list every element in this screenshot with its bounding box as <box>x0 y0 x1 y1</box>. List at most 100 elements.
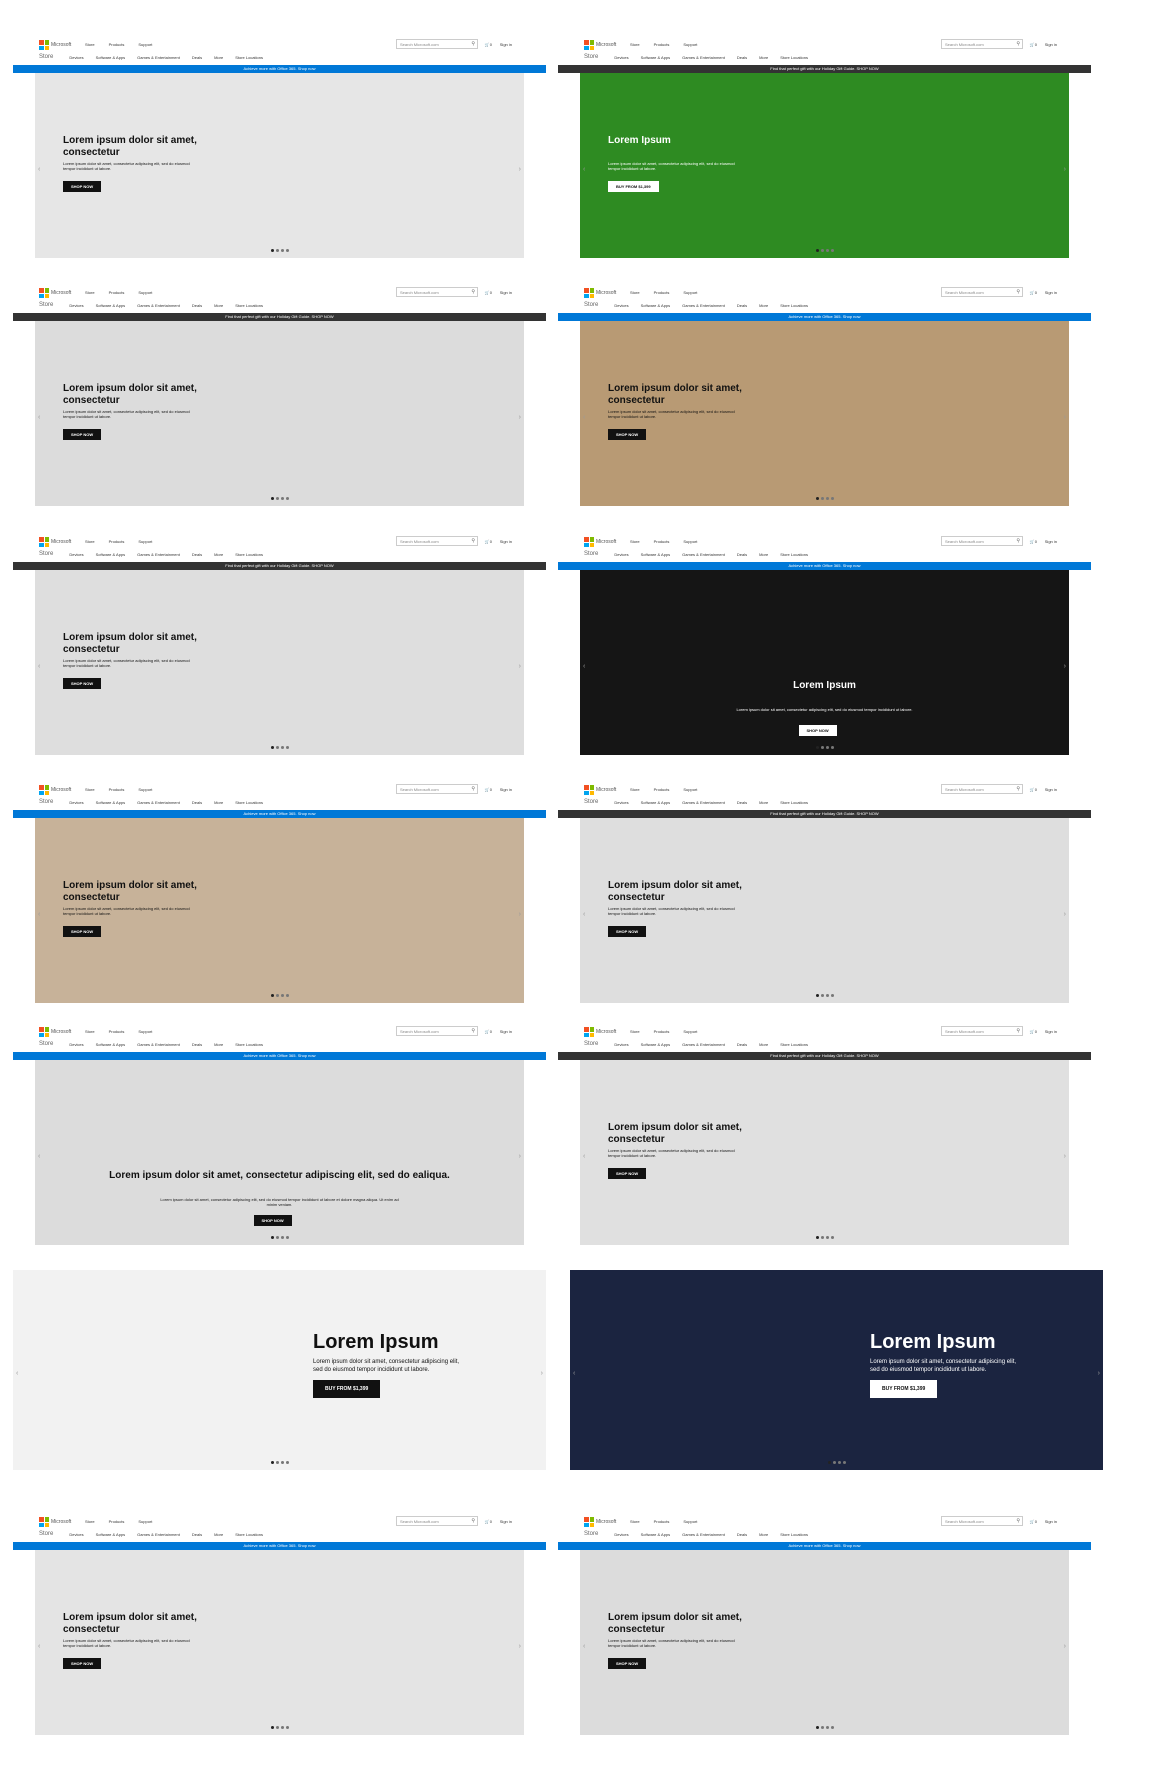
sub-nav-item[interactable]: Games & Entertainment <box>137 303 180 308</box>
carousel-dot[interactable] <box>270 994 274 997</box>
promo-banner[interactable]: Achieve more with Office 365. Shop now <box>13 1542 546 1550</box>
top-nav-item[interactable]: Support <box>683 42 697 47</box>
top-nav-item[interactable]: Store <box>630 787 640 792</box>
carousel-dot[interactable] <box>285 1726 289 1729</box>
carousel-dot[interactable] <box>285 994 289 997</box>
carousel-dot[interactable] <box>820 994 824 997</box>
sub-nav-item[interactable]: Software & Apps <box>641 303 671 308</box>
top-nav-item[interactable]: Store <box>85 42 95 47</box>
top-nav-item[interactable]: Store <box>630 1029 640 1034</box>
sub-nav-item[interactable]: More <box>214 552 223 557</box>
carousel-dot[interactable] <box>270 1726 274 1729</box>
sub-nav-item[interactable]: More <box>214 1532 223 1537</box>
search-input[interactable]: Search Microsoft.com ⚲ <box>941 1026 1023 1036</box>
next-arrow-icon[interactable]: › <box>519 414 521 421</box>
sub-nav-item[interactable]: Store Locations <box>235 55 263 60</box>
sign-in-link[interactable]: Sign in <box>500 42 512 47</box>
prev-arrow-icon[interactable]: ‹ <box>38 911 40 918</box>
top-nav-item[interactable]: Products <box>654 1029 670 1034</box>
search-icon[interactable]: ⚲ <box>471 786 475 792</box>
sub-nav-item[interactable]: Store Locations <box>780 1532 808 1537</box>
top-nav-item[interactable]: Support <box>683 1029 697 1034</box>
carousel-dot[interactable] <box>830 497 834 500</box>
cart-icon[interactable]: 🛒0 <box>1030 1519 1037 1524</box>
top-nav-item[interactable]: Support <box>683 539 697 544</box>
sub-nav-item[interactable]: Devices <box>69 1532 83 1537</box>
carousel-dot[interactable] <box>830 994 834 997</box>
next-arrow-icon[interactable]: › <box>1064 166 1066 173</box>
carousel-dots[interactable] <box>270 994 289 997</box>
carousel-dots[interactable] <box>815 746 834 749</box>
sign-in-link[interactable]: Sign in <box>1045 539 1057 544</box>
carousel-dot[interactable] <box>280 1726 284 1729</box>
sub-nav-item[interactable]: Deals <box>737 1532 747 1537</box>
search-icon[interactable]: ⚲ <box>1016 41 1020 47</box>
sub-nav-item[interactable]: Deals <box>192 303 202 308</box>
carousel-dot[interactable] <box>830 1236 834 1239</box>
prev-arrow-icon[interactable]: ‹ <box>583 663 585 670</box>
search-icon[interactable]: ⚲ <box>1016 538 1020 544</box>
sub-nav-item[interactable]: Deals <box>192 55 202 60</box>
sub-nav-item[interactable]: Software & Apps <box>96 303 126 308</box>
microsoft-logo-icon[interactable] <box>584 785 594 795</box>
carousel-dot[interactable] <box>275 1461 279 1464</box>
sub-nav-item[interactable]: More <box>759 303 768 308</box>
promo-banner[interactable]: Achieve more with Office 365. Shop now <box>13 1052 546 1060</box>
top-nav-item[interactable]: Products <box>109 1029 125 1034</box>
sign-in-link[interactable]: Sign in <box>1045 42 1057 47</box>
search-icon[interactable]: ⚲ <box>1016 1028 1020 1034</box>
carousel-dot[interactable] <box>270 1236 274 1239</box>
prev-arrow-icon[interactable]: ‹ <box>583 911 585 918</box>
sub-nav-item[interactable]: Software & Apps <box>641 1532 671 1537</box>
top-nav-item[interactable]: Support <box>138 539 152 544</box>
hero-cta-button[interactable]: SHOP NOW <box>63 181 102 192</box>
cart-icon[interactable]: 🛒0 <box>485 539 492 544</box>
carousel-dot[interactable] <box>280 746 284 749</box>
next-arrow-icon[interactable]: › <box>519 663 521 670</box>
sub-nav-item[interactable]: More <box>214 55 223 60</box>
sub-nav-item[interactable]: Store Locations <box>780 1042 808 1047</box>
hero-cta-button[interactable]: BUY FROM $1,399 <box>313 1380 381 1398</box>
carousel-dot[interactable] <box>285 1236 289 1239</box>
top-nav-item[interactable]: Products <box>109 787 125 792</box>
top-nav-item[interactable]: Products <box>109 1519 125 1524</box>
sub-nav-item[interactable]: Games & Entertainment <box>137 1042 180 1047</box>
hero-cta-button[interactable]: SHOP NOW <box>63 429 102 440</box>
microsoft-logo-icon[interactable] <box>39 537 49 547</box>
sign-in-link[interactable]: Sign in <box>1045 787 1057 792</box>
sub-nav-item[interactable]: More <box>759 1532 768 1537</box>
promo-banner[interactable]: Achieve more with Office 365. Shop now <box>558 1542 1091 1550</box>
cart-icon[interactable]: 🛒0 <box>485 1519 492 1524</box>
carousel-dot[interactable] <box>285 746 289 749</box>
carousel-dot[interactable] <box>275 1236 279 1239</box>
microsoft-logo-icon[interactable] <box>39 288 49 298</box>
prev-arrow-icon[interactable]: ‹ <box>38 414 40 421</box>
carousel-dot[interactable] <box>280 249 284 252</box>
hero-cta-button[interactable]: SHOP NOW <box>253 1215 292 1226</box>
sub-nav-item[interactable]: Devices <box>614 1532 628 1537</box>
next-arrow-icon[interactable]: › <box>541 1370 543 1377</box>
search-input[interactable]: Search Microsoft.com ⚲ <box>941 287 1023 297</box>
sub-nav-item[interactable]: Devices <box>614 552 628 557</box>
top-nav-item[interactable]: Support <box>138 42 152 47</box>
sub-nav-item[interactable]: Games & Entertainment <box>137 552 180 557</box>
sign-in-link[interactable]: Sign in <box>500 1519 512 1524</box>
next-arrow-icon[interactable]: › <box>519 911 521 918</box>
top-nav-item[interactable]: Support <box>683 290 697 295</box>
carousel-dot[interactable] <box>280 1461 284 1464</box>
search-input[interactable]: Search Microsoft.com ⚲ <box>941 536 1023 546</box>
carousel-dot[interactable] <box>842 1461 846 1464</box>
sub-nav-item[interactable]: Devices <box>69 800 83 805</box>
prev-arrow-icon[interactable]: ‹ <box>38 663 40 670</box>
sub-nav-item[interactable]: Devices <box>614 1042 628 1047</box>
sub-nav-item[interactable]: Software & Apps <box>96 800 126 805</box>
sign-in-link[interactable]: Sign in <box>500 1029 512 1034</box>
sub-nav-item[interactable]: Games & Entertainment <box>682 800 725 805</box>
promo-banner[interactable]: Find that perfect gift with our Holiday … <box>13 313 546 321</box>
cart-icon[interactable]: 🛒0 <box>485 42 492 47</box>
carousel-dot[interactable] <box>815 497 819 500</box>
sub-nav-item[interactable]: Software & Apps <box>96 1042 126 1047</box>
top-nav-item[interactable]: Store <box>630 42 640 47</box>
carousel-dots[interactable] <box>815 249 834 252</box>
carousel-dot[interactable] <box>275 249 279 252</box>
